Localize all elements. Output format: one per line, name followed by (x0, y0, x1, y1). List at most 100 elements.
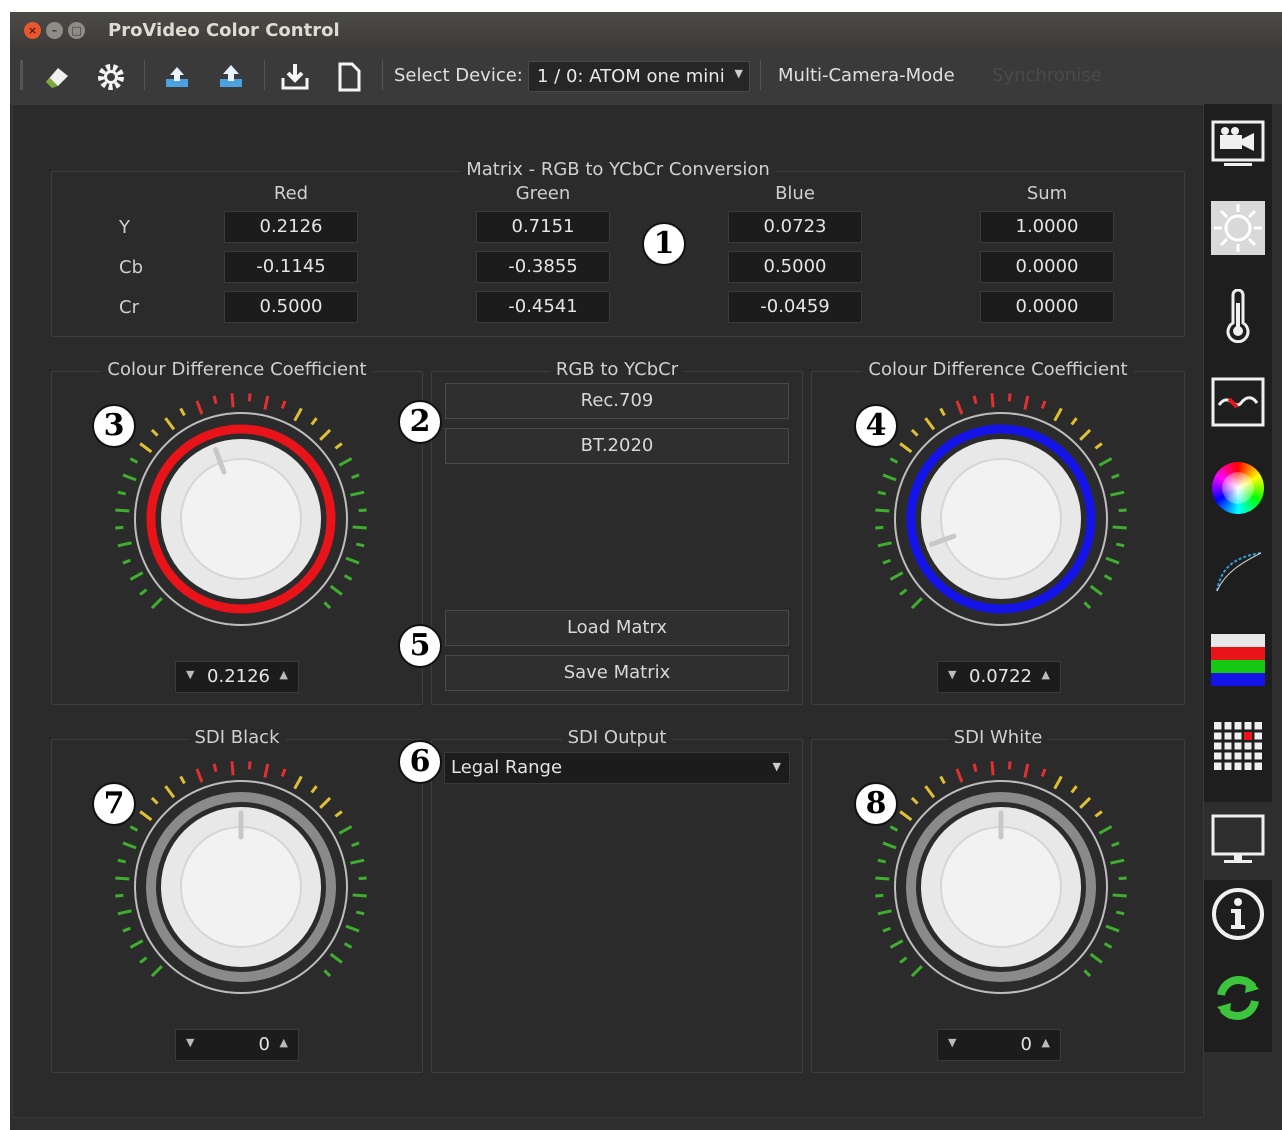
chevron-down-icon[interactable]: ▼ (186, 668, 194, 681)
knob-tick (150, 597, 163, 610)
knob-tick (179, 775, 186, 785)
matrix-cell[interactable]: 0.5000 (224, 291, 358, 323)
cdc-left-value: 0.2126 (207, 666, 270, 687)
knob-tick (122, 473, 137, 482)
column-header-red: Red (273, 183, 309, 204)
bt2020-button[interactable]: BT.2020 (445, 428, 789, 464)
callout-badge: 3 (92, 404, 136, 448)
matrix-cell[interactable]: -0.3855 (476, 251, 610, 283)
knob-tick (150, 965, 163, 978)
row-header-y: Y (119, 217, 130, 238)
chevron-down-icon[interactable]: ▼ (186, 1036, 194, 1049)
info-icon[interactable] (1210, 886, 1266, 942)
knob-tick (247, 761, 252, 770)
sdi-white-spinbox[interactable]: ▼ 0 ▲ (937, 1029, 1061, 1061)
minimize-button[interactable]: – (46, 22, 63, 39)
knob-tick (352, 525, 367, 530)
camera-icon[interactable] (1210, 116, 1266, 172)
download-icon[interactable] (278, 62, 312, 92)
knob-tick (939, 775, 946, 785)
knob-tick (899, 442, 913, 454)
knob-tick (939, 407, 946, 417)
gear-icon[interactable] (94, 62, 128, 92)
chevron-down-icon[interactable]: ▼ (948, 668, 956, 681)
cdc-right-spinbox[interactable]: ▼ 0.0722 ▲ (937, 661, 1061, 693)
chevron-up-icon[interactable]: ▲ (1042, 668, 1050, 681)
knob-tick (910, 796, 919, 805)
knob-tick (877, 909, 892, 916)
knob-tick (179, 407, 186, 417)
close-button[interactable]: × (24, 22, 41, 39)
sidebar (1204, 104, 1272, 1052)
sdi-black-knob[interactable] (101, 757, 381, 1017)
color-bars-icon[interactable] (1210, 632, 1266, 688)
knob-tick (1070, 417, 1078, 426)
knob-tick (319, 428, 332, 441)
multi-camera-mode-button[interactable]: Multi-Camera-Mode (778, 65, 955, 86)
knob-tick (117, 541, 132, 548)
sdi-white-knob[interactable] (861, 757, 1141, 1017)
device-select[interactable]: 1 / 0: ATOM one mini ▼ (528, 61, 750, 92)
load-matrix-button[interactable]: Load Matrx (445, 610, 789, 646)
rec709-button[interactable]: Rec.709 (445, 383, 789, 419)
knob-tick (139, 810, 153, 822)
chevron-up-icon[interactable]: ▲ (280, 1036, 288, 1049)
knob-tick (1040, 400, 1047, 409)
maximize-button[interactable]: □ (68, 22, 85, 39)
knob-tick (1079, 428, 1092, 441)
matrix-cell[interactable]: 0.7151 (476, 211, 610, 243)
knob-tick (1053, 775, 1063, 790)
knob-tick (877, 541, 892, 548)
sdi-black-value: 0 (258, 1034, 270, 1055)
knob-tick (910, 428, 919, 437)
cdc-left-spinbox[interactable]: ▼ 0.2126 ▲ (175, 661, 299, 693)
knob-tick (338, 457, 353, 467)
sdi-output-group: SDI Output (431, 727, 803, 1073)
device-select-value: 1 / 0: ATOM one mini (537, 66, 725, 87)
grid-icon[interactable] (1210, 718, 1266, 774)
knob-tick (355, 542, 365, 548)
monitor-icon[interactable] (1204, 802, 1272, 880)
chevron-up-icon[interactable]: ▲ (1042, 1036, 1050, 1049)
callout-badge: 2 (398, 400, 442, 444)
knob-tick (323, 601, 332, 610)
knob-tick (358, 876, 367, 881)
cdc-left-knob[interactable] (101, 389, 381, 649)
new-document-icon[interactable] (332, 62, 366, 92)
refresh-icon[interactable] (1210, 970, 1266, 1026)
matrix-cell[interactable]: 0.5000 (728, 251, 862, 283)
waveform-icon[interactable] (1210, 374, 1266, 430)
matrix-cell[interactable]: 0.2126 (224, 211, 358, 243)
matrix-cell[interactable]: 0.0723 (728, 211, 862, 243)
knob-tick (1040, 768, 1047, 777)
matrix-cell[interactable]: -0.4541 (476, 291, 610, 323)
knob-tick (924, 417, 936, 431)
knob-tick (1023, 395, 1030, 410)
upload-tray-icon[interactable] (214, 62, 248, 92)
curve-icon[interactable] (1210, 544, 1266, 600)
knob-tick (889, 457, 899, 464)
knob-tick (150, 428, 159, 437)
save-matrix-button[interactable]: Save Matrix (445, 655, 789, 691)
knob-tick (1083, 601, 1092, 610)
knob-tick (230, 393, 235, 408)
knob-tick (899, 810, 913, 822)
knob-tick (329, 952, 343, 964)
knob-tick (1083, 969, 1092, 978)
synchronise-button[interactable]: Synchronise (992, 65, 1102, 86)
knob-tick (343, 942, 353, 949)
sdi-black-spinbox[interactable]: ▼ 0 ▲ (175, 1029, 299, 1061)
brightness-icon[interactable] (1210, 200, 1266, 256)
chevron-up-icon[interactable]: ▲ (280, 668, 288, 681)
knob-tick (122, 558, 131, 565)
sdi-output-select[interactable]: Legal Range ▼ (444, 752, 790, 784)
matrix-cell[interactable]: -0.0459 (728, 291, 862, 323)
chevron-down-icon[interactable]: ▼ (948, 1036, 956, 1049)
matrix-cell[interactable]: -0.1145 (224, 251, 358, 283)
color-wheel-icon[interactable] (1210, 460, 1266, 516)
knob-tick (877, 490, 887, 496)
eraser-icon[interactable] (40, 62, 74, 92)
thermometer-icon[interactable] (1210, 288, 1266, 344)
cdc-right-knob[interactable] (861, 389, 1141, 649)
upload-tray-icon[interactable] (160, 62, 194, 92)
